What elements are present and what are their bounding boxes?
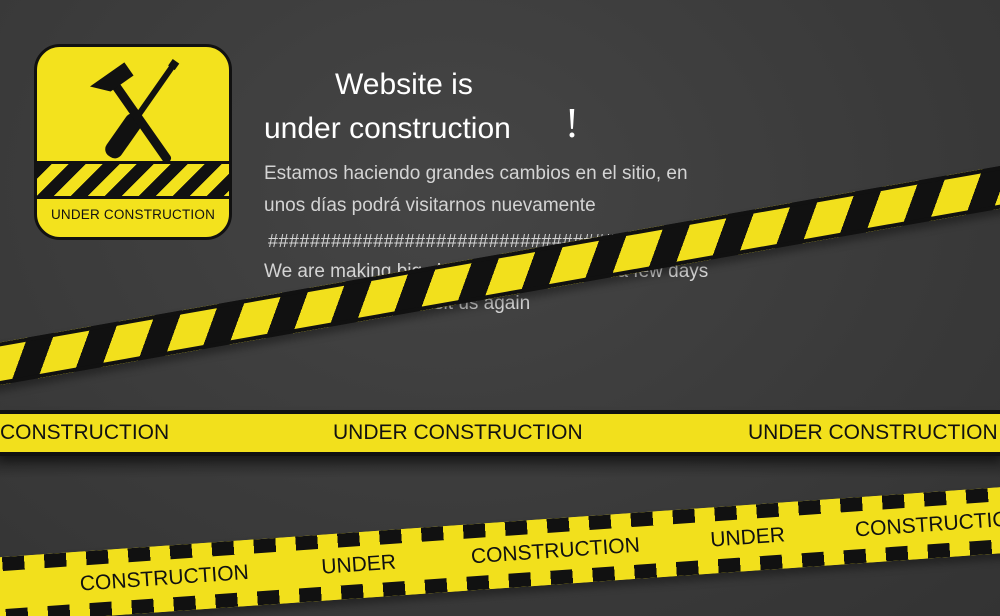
- under-construction-sign: UNDER CONSTRUCTION: [34, 44, 232, 240]
- tape-text: CONSTRUCTION: [470, 533, 641, 569]
- bottom-caution-tape: CONSTRUCTION UNDER CONSTRUCTION UNDER CO…: [0, 483, 1000, 616]
- headline-line-1: Website is: [335, 68, 473, 101]
- tape-text: UNDER: [709, 523, 786, 552]
- spanish-message-line-1: Estamos haciendo grandes cambios en el s…: [264, 163, 688, 184]
- tape-text: UNDER CONSTRUCTION: [333, 421, 583, 444]
- hazard-stripe: [37, 161, 229, 199]
- middle-caution-tape: CONSTRUCTION UNDER CONSTRUCTION UNDER CO…: [0, 410, 1000, 456]
- tape-text: CONSTRUCTION: [79, 560, 250, 596]
- tape-edge: [0, 410, 1000, 414]
- tape-text: UNDER: [320, 550, 397, 579]
- sign-label: UNDER CONSTRUCTION: [50, 207, 216, 222]
- exclamation-mark: !: [565, 101, 579, 147]
- tape-text: UNDER CONSTRUCTION: [748, 421, 998, 444]
- under-construction-page: UNDER CONSTRUCTION Website is under cons…: [0, 0, 1000, 616]
- tape-text: CONSTRUCTIO: [854, 507, 1000, 542]
- tape-shadow: [0, 456, 1000, 478]
- headline-line-2: under construction: [264, 112, 511, 145]
- hammer-and-screwdriver-icon: [89, 59, 180, 163]
- tape-text: CONSTRUCTION: [0, 421, 170, 444]
